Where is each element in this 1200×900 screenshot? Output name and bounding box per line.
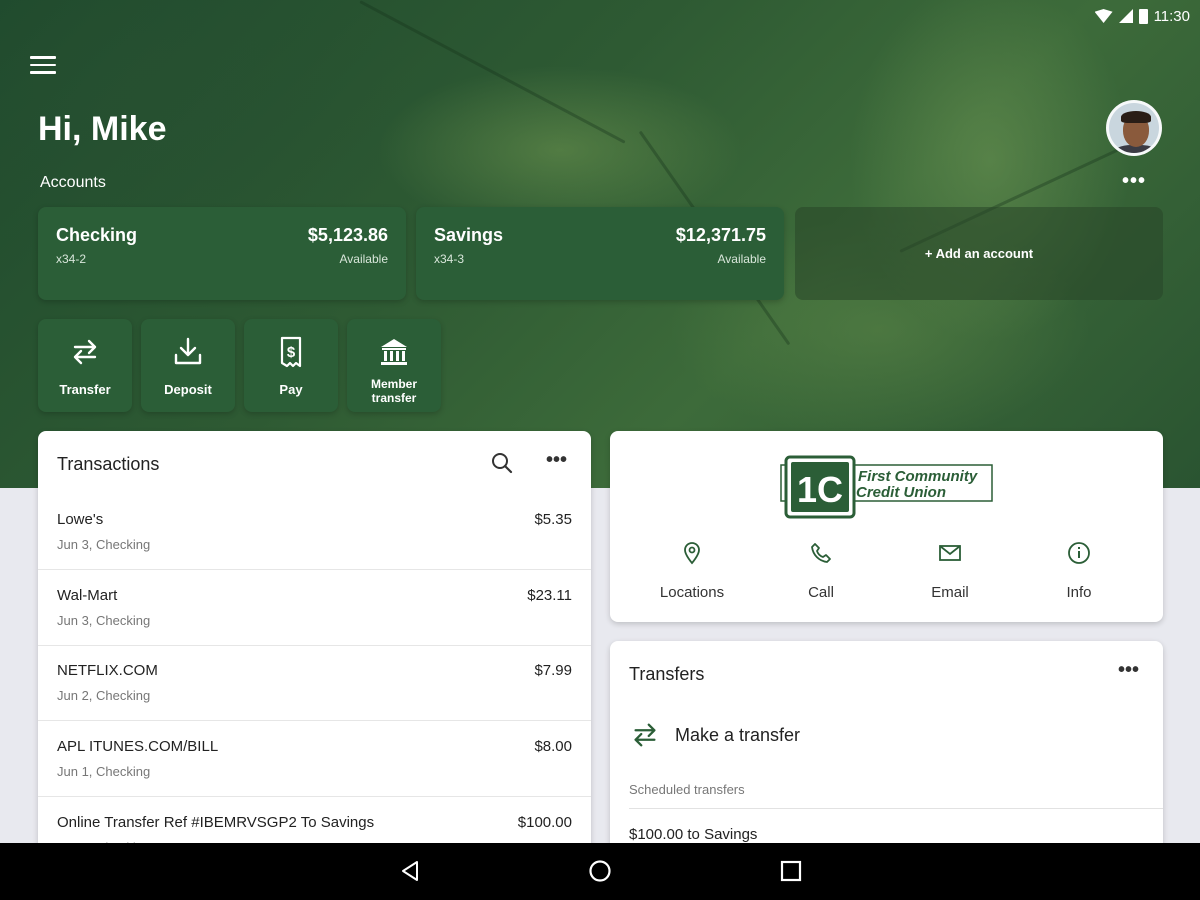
contact-label: Call [808,584,834,601]
transaction-description: Lowe's [57,511,104,528]
contact-label: Info [1066,584,1092,601]
contact-label: Email [931,584,969,601]
info-icon [1068,542,1090,564]
transfer-action-button[interactable]: Transfer [38,319,132,412]
locations-button[interactable]: Locations [632,541,752,601]
wifi-icon [1094,9,1113,23]
email-icon [939,545,961,561]
transfers-card: Transfers ••• Make a transfer Scheduled … [610,641,1163,851]
transaction-meta: Jun 3, Checking [57,537,151,552]
transactions-title: Transactions [57,454,160,474]
bill-pay-icon: $ [280,336,302,368]
account-card-checking[interactable]: Checking x34-2 $5,123.86 Available [38,207,406,300]
search-icon[interactable] [490,451,514,475]
account-number: x34-3 [434,252,465,266]
bank-icon [381,339,407,365]
account-name: Savings [434,225,504,245]
member-transfer-action-button[interactable]: Member transfer [347,319,441,412]
transaction-description: APL ITUNES.COM/BILL [57,738,219,755]
transfer-icon [634,723,656,747]
back-icon[interactable] [398,859,422,883]
balance-label: Available [339,252,388,266]
svg-text:$: $ [287,344,296,361]
action-label: Deposit [164,382,212,397]
svg-text:First Community: First Community [858,468,978,485]
scheduled-transfers-label: Scheduled transfers [629,782,745,797]
transaction-description: NETFLIX.COM [57,662,158,679]
user-avatar[interactable] [1106,100,1162,156]
pay-action-button[interactable]: $ Pay [244,319,338,412]
transaction-meta: Jun 1, Checking [57,764,151,779]
accounts-label: Accounts [40,174,106,191]
info-button[interactable]: Info [1019,541,1139,601]
account-card-savings[interactable]: Savings x34-3 $12,371.75 Available [416,207,784,300]
transaction-amount: $7.99 [534,662,572,679]
action-label: Member transfer [370,377,417,405]
transaction-row[interactable]: Wal-Mart Jun 3, Checking $23.11 [38,571,591,646]
transaction-description: Wal-Mart [57,587,118,604]
svg-text:1C: 1C [797,469,843,510]
account-number: x34-2 [56,252,87,266]
transaction-row[interactable]: NETFLIX.COM Jun 2, Checking $7.99 [38,646,591,721]
account-balance: $5,123.86 [307,225,388,245]
call-button[interactable]: Call [761,541,881,601]
phone-icon [811,543,831,563]
cell-signal-icon [1118,9,1133,23]
make-transfer-label: Make a transfer [675,724,801,745]
home-icon[interactable] [588,859,612,883]
transaction-amount: $8.00 [534,738,572,755]
recents-icon[interactable] [779,859,803,883]
transaction-row[interactable]: APL ITUNES.COM/BILL Jun 1, Checking $8.0… [38,722,591,797]
transaction-row[interactable]: Lowe's Jun 3, Checking $5.35 [38,495,591,570]
scheduled-transfer-item[interactable]: $100.00 to Savings [629,826,757,843]
location-pin-icon [684,542,700,565]
make-transfer-button[interactable]: Make a transfer [629,715,800,755]
email-button[interactable]: Email [890,541,1010,601]
status-time: 11:30 [1153,7,1190,25]
contact-label: Locations [659,584,725,601]
action-label: Pay [279,382,303,397]
battery-icon [1138,8,1148,24]
balance-label: Available [717,252,766,266]
deposit-icon [174,337,202,365]
transfers-more-icon[interactable]: ••• [1118,659,1139,682]
transactions-more-icon[interactable]: ••• [546,449,567,472]
hamburger-menu-icon[interactable] [30,56,56,76]
transactions-card: Transactions ••• Lowe's Jun 3, Checking … [38,431,591,851]
svg-text:Credit Union: Credit Union [856,484,946,501]
account-name: Checking [56,225,138,245]
status-bar: 11:30 [1094,6,1190,26]
greeting-title: Hi, Mike [38,110,167,148]
action-label: Transfer [59,382,111,397]
transaction-amount: $23.11 [527,587,572,604]
add-account-button[interactable]: + Add an account [795,207,1163,300]
transfers-title: Transfers [629,664,705,684]
transaction-meta: Jun 2, Checking [57,688,151,703]
credit-union-logo: 1C First Community Credit Union [780,455,993,519]
transaction-description: Online Transfer Ref #IBEMRVSGP2 To Savin… [57,814,375,831]
transaction-amount: $5.35 [534,511,572,528]
divider [629,808,1163,809]
transfer-icon [73,339,97,365]
transaction-meta: Jun 3, Checking [57,613,151,628]
deposit-action-button[interactable]: Deposit [141,319,235,412]
transaction-amount: $100.00 [517,814,572,831]
accounts-more-icon[interactable]: ••• [1122,170,1146,193]
account-balance: $12,371.75 [675,225,766,245]
android-nav-bar [0,843,1200,900]
credit-union-card: 1C First Community Credit Union Location… [610,431,1163,622]
